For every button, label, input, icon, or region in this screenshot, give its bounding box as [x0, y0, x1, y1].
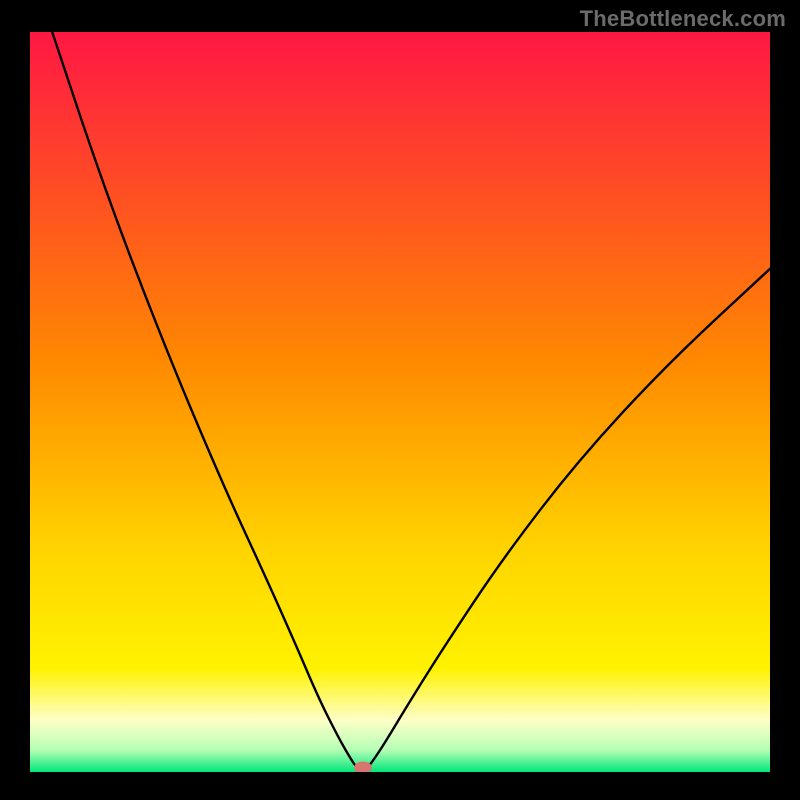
watermark-text: TheBottleneck.com	[580, 6, 786, 32]
chart-frame: TheBottleneck.com	[0, 0, 800, 800]
plot-svg	[30, 32, 770, 772]
gradient-background	[30, 32, 770, 772]
plot-area	[30, 32, 770, 772]
